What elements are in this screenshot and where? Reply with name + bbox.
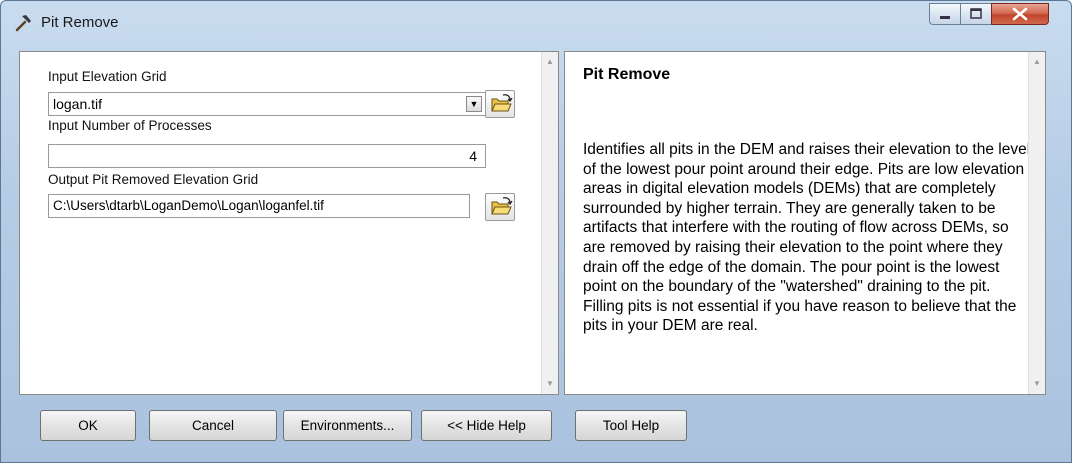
hide-help-button[interactable]: << Hide Help bbox=[421, 410, 552, 441]
scroll-down-arrow[interactable]: ▼ bbox=[542, 376, 558, 392]
input-elevation-combo[interactable]: logan.tif ▼ bbox=[48, 92, 486, 116]
cancel-button[interactable]: Cancel bbox=[149, 410, 277, 441]
help-description: Identifies all pits in the DEM and raise… bbox=[583, 141, 1031, 335]
open-folder-icon bbox=[491, 94, 513, 112]
scroll-up-arrow[interactable]: ▲ bbox=[542, 54, 558, 70]
parameters-scrollbar[interactable]: ▲ ▼ bbox=[541, 52, 558, 394]
output-path-input[interactable]: C:\Users\dtarb\LoganDemo\Logan\loganfel.… bbox=[48, 194, 470, 218]
scroll-up-arrow[interactable]: ▲ bbox=[1029, 54, 1045, 70]
browse-output-button[interactable] bbox=[485, 193, 515, 221]
hammer-icon bbox=[13, 13, 33, 33]
minimize-button[interactable] bbox=[929, 3, 961, 25]
close-button[interactable] bbox=[991, 3, 1049, 25]
title-bar[interactable]: Pit Remove bbox=[1, 1, 1071, 45]
processes-label: Input Number of Processes bbox=[48, 118, 212, 133]
processes-input[interactable]: 4 bbox=[48, 144, 486, 168]
help-scrollbar[interactable]: ▲ ▼ bbox=[1028, 52, 1045, 394]
environments-button[interactable]: Environments... bbox=[283, 410, 412, 441]
open-folder-icon bbox=[491, 197, 513, 215]
tool-help-button[interactable]: Tool Help bbox=[575, 410, 687, 441]
window-title: Pit Remove bbox=[41, 14, 119, 31]
parameters-panel: Input Elevation Grid logan.tif ▼ Input N… bbox=[19, 51, 559, 395]
chevron-down-icon[interactable]: ▼ bbox=[466, 96, 482, 112]
help-title: Pit Remove bbox=[583, 66, 671, 83]
input-elevation-label: Input Elevation Grid bbox=[48, 69, 167, 84]
maximize-button[interactable] bbox=[960, 3, 992, 25]
browse-input-button[interactable] bbox=[485, 90, 515, 118]
output-label: Output Pit Removed Elevation Grid bbox=[48, 172, 259, 187]
input-elevation-value: logan.tif bbox=[53, 96, 103, 112]
dialog-window: Pit Remove Input Elevation Grid logan.ti… bbox=[0, 0, 1072, 463]
help-panel: Pit Remove Identifies all pits in the DE… bbox=[564, 51, 1046, 395]
ok-button[interactable]: OK bbox=[40, 410, 136, 441]
scroll-down-arrow[interactable]: ▼ bbox=[1029, 376, 1045, 392]
